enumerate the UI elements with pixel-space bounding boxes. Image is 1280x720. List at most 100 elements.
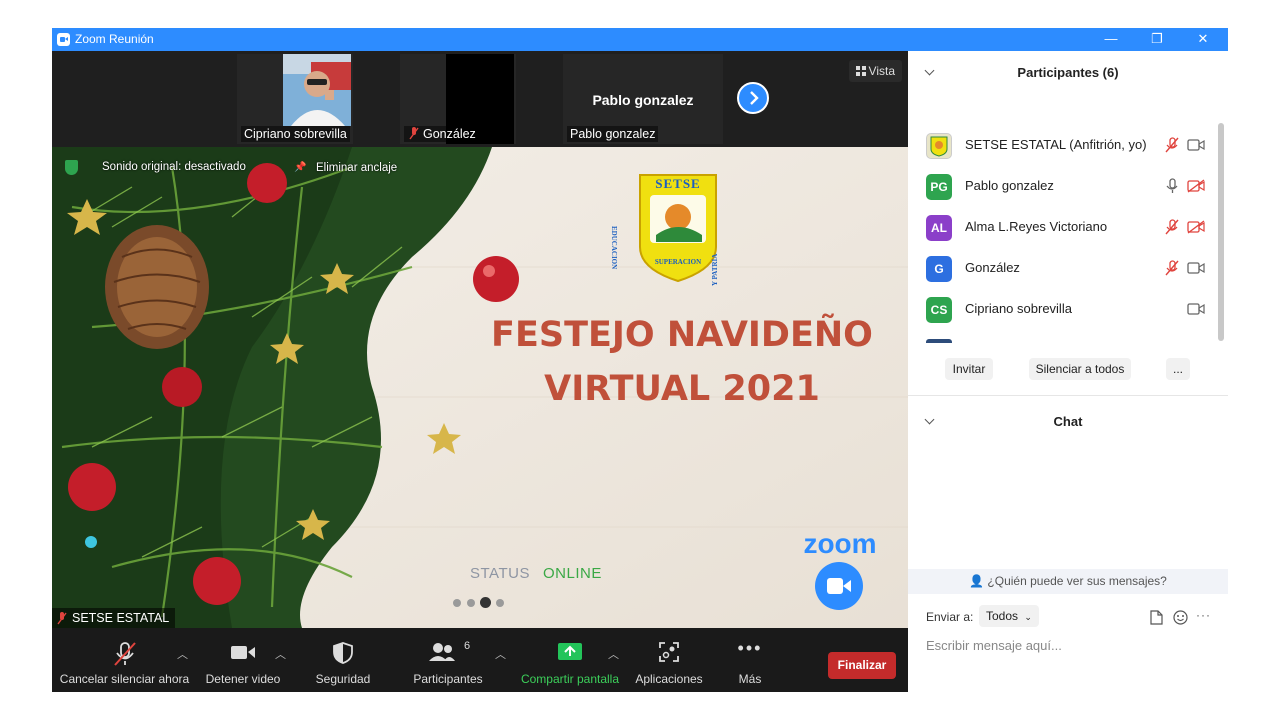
security-button[interactable]: Seguridad (310, 628, 376, 692)
avatar: CS (926, 297, 952, 323)
chevron-down-icon[interactable] (924, 414, 935, 425)
camera-off-icon[interactable] (1187, 220, 1205, 234)
share-options-caret-icon[interactable]: ︿ (608, 646, 619, 662)
audio-options-caret-icon[interactable]: ︿ (177, 646, 188, 662)
logo-top-text: SETSE (655, 176, 701, 191)
minimize-button[interactable]: — (1088, 28, 1134, 51)
apps-icon (659, 642, 679, 662)
send-to-value: Todos (986, 609, 1019, 623)
avatar-partial (926, 339, 952, 343)
zoom-logo-icon (57, 33, 70, 46)
status-label: STATUS (470, 565, 530, 582)
restore-button[interactable]: ❐ (1134, 28, 1180, 51)
camera-off-icon[interactable] (1187, 179, 1205, 193)
active-speaker-label: SETSE ESTATAL (52, 608, 176, 628)
page-dot[interactable] (453, 599, 461, 607)
participant-name: Pablo gonzalez (965, 178, 1054, 193)
avatar: G (926, 256, 952, 282)
more-label: Más (738, 672, 762, 686)
video-tile-cipriano[interactable]: Cipriano sobrevilla (237, 54, 353, 144)
mic-off-icon (113, 642, 136, 666)
participants-label: Participantes (413, 672, 483, 686)
avatar (926, 133, 952, 159)
apps-label: Aplicaciones (635, 672, 703, 686)
divider (908, 395, 1228, 396)
security-label: Seguridad (315, 672, 371, 686)
stop-video-button[interactable]: Detener video (204, 628, 282, 692)
video-camera-icon (231, 646, 255, 659)
video-tile-gonzalez[interactable]: González (400, 54, 516, 144)
shared-content: SETSE EDUCACION Y PATRIA SUPERACION FEST… (52, 147, 908, 628)
unpin-button[interactable]: Eliminar anclaje (316, 162, 397, 174)
mic-muted-icon[interactable] (1164, 219, 1180, 235)
who-can-see-link[interactable]: 👤 ¿Quién puede ver sus mensajes? (908, 569, 1228, 594)
send-to-dropdown[interactable]: Todos ⌄ (979, 605, 1039, 627)
participants-options-caret-icon[interactable]: ︿ (495, 646, 506, 662)
share-screen-label: Compartir pantalla (520, 672, 620, 686)
original-sound-status[interactable]: Sonido original: desactivado (102, 161, 246, 173)
avatar: PG (926, 174, 952, 200)
zoom-camera-icon (815, 562, 863, 610)
more-button[interactable]: ••• Más (724, 628, 776, 692)
mic-icon[interactable] (1164, 178, 1180, 194)
chevron-down-icon[interactable] (924, 65, 935, 76)
share-screen-icon (558, 643, 582, 660)
mute-all-button[interactable]: Silenciar a todos (1029, 358, 1131, 380)
mic-muted-icon[interactable] (1164, 137, 1180, 153)
video-options-caret-icon[interactable]: ︿ (275, 646, 286, 662)
share-screen-button[interactable]: Compartir pantalla (518, 628, 622, 692)
participant-row[interactable]: CS Cipriano sobrevilla (908, 289, 1220, 330)
grid-view-icon (855, 66, 866, 76)
zoom-brand-text: zoom (803, 528, 877, 559)
participants-button[interactable]: 6 Participantes (410, 628, 486, 692)
page-dot[interactable] (496, 599, 504, 607)
logo-bottom-text: SUPERACION (654, 258, 702, 266)
chevron-down-icon: ⌄ (1024, 612, 1032, 622)
file-icon[interactable] (1150, 610, 1163, 625)
meeting-toolbar: Cancelar silenciar ahora ︿ Detener video… (52, 628, 908, 692)
camera-icon[interactable] (1187, 302, 1205, 316)
page-dot[interactable] (467, 599, 475, 607)
camera-icon[interactable] (1187, 261, 1205, 275)
participants-header[interactable]: Participantes (6) (908, 58, 1228, 88)
emoji-icon[interactable] (1173, 610, 1188, 625)
participant-name: Alma L.Reyes Victoriano (965, 219, 1108, 234)
close-button[interactable]: ✕ (1180, 28, 1226, 51)
active-speaker-name: SETSE ESTATAL (72, 611, 170, 625)
chevron-right-icon (750, 91, 759, 105)
tile-name: Pablo gonzalez (567, 126, 659, 142)
participants-more-button[interactable]: ... (1166, 358, 1190, 380)
send-to-label: Enviar a: (926, 610, 974, 624)
participant-name: SETSE ESTATAL (Anfitrión, yo) (965, 137, 1147, 152)
chat-header[interactable]: Chat (908, 407, 1228, 437)
headline-line-2: VIRTUAL 2021 (544, 369, 820, 409)
unmute-label: Cancelar silenciar ahora (59, 672, 190, 686)
participants-title: Participantes (6) (1017, 65, 1119, 80)
mic-muted-icon[interactable] (1164, 260, 1180, 276)
participant-photo (283, 54, 351, 126)
camera-icon[interactable] (1187, 138, 1205, 152)
meeting-area: Cipriano sobrevilla González Pablo gonza… (52, 51, 908, 692)
participants-scrollbar[interactable] (1218, 123, 1224, 341)
chat-message-input[interactable]: Escribir mensaje aquí... (926, 638, 1062, 653)
participants-count: 6 (464, 640, 471, 652)
chat-more-icon[interactable]: ··· (1196, 608, 1211, 622)
title-bar: Zoom Reunión — ❐ ✕ (52, 28, 1228, 51)
setse-shield-icon (930, 136, 948, 157)
view-label: Vista (868, 64, 895, 78)
invite-button[interactable]: Invitar (945, 358, 993, 380)
participant-name: Cipriano sobrevilla (965, 301, 1072, 316)
end-meeting-button[interactable]: Finalizar (828, 652, 896, 679)
person-icon: 👤 (969, 574, 985, 588)
view-button[interactable]: Vista (848, 60, 902, 82)
unmute-button[interactable]: Cancelar silenciar ahora (52, 628, 197, 692)
apps-button[interactable]: Aplicaciones (632, 628, 706, 692)
who-can-see-text: ¿Quién puede ver sus mensajes? (987, 574, 1167, 588)
video-tile-pablo[interactable]: Pablo gonzalez Pablo gonzalez (563, 54, 723, 144)
tile-display-name: Pablo gonzalez (592, 92, 694, 108)
participants-icon (429, 643, 455, 661)
more-dots-icon: ••• (737, 638, 763, 658)
shield-encrypted-icon[interactable] (65, 160, 78, 175)
page-dot-active[interactable] (480, 597, 491, 608)
next-page-button[interactable] (737, 82, 769, 114)
